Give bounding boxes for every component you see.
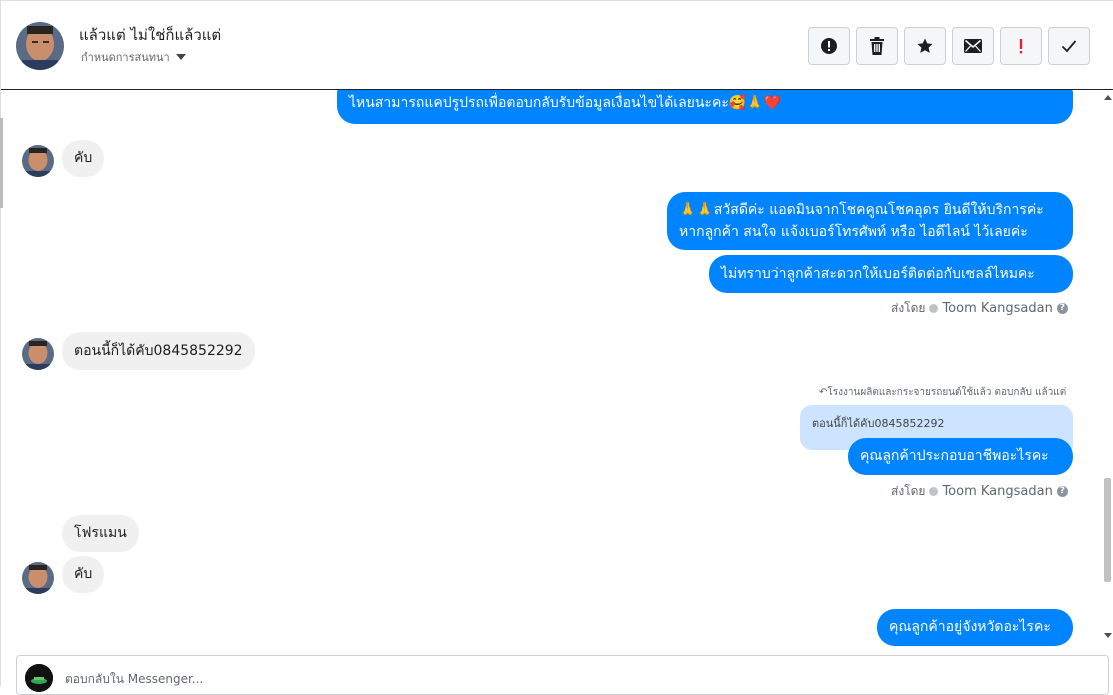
delete-button[interactable] (856, 27, 898, 65)
check-icon (1061, 40, 1077, 53)
star-button[interactable] (904, 27, 946, 65)
message-text: ตอนนี้ก็ได้คับ0845852292 (74, 343, 243, 359)
exclamation-red-icon (1019, 39, 1023, 54)
message-text: ไม่ทราบว่าลูกค้าสะดวกให้เบอร์ติดต่อกับเซ… (721, 266, 1035, 282)
avatar[interactable] (16, 22, 64, 70)
message-bubble-incoming[interactable]: ตอนนี้ก็ได้คับ0845852292 (62, 332, 255, 370)
scrollbar-thumb[interactable] (1104, 478, 1111, 582)
avatar[interactable] (22, 145, 54, 177)
follow-up-button[interactable] (1000, 27, 1042, 65)
reply-composer[interactable]: ตอบกลับใน Messenger... (16, 655, 1109, 695)
message-text: โฟรแมน (74, 525, 127, 541)
mark-unread-button[interactable] (952, 27, 994, 65)
message-bubble-incoming[interactable]: คับ (62, 140, 105, 177)
reply-context: ↶โรงงานผลิตและกระจายรถยนต์ใช้แล้ว ตอบกลั… (819, 387, 1067, 398)
message-text: คุณลูกค้าอยู่จังหวัดอะไรคะ (889, 619, 1051, 635)
message-text: ไหนสามารถแคปรูปรถเพื่อตอบกลับรับข้อมูลเง… (349, 95, 782, 111)
contact-name: แล้วแต่ ไม่ใช่ก็แล้วแต่ (79, 26, 222, 44)
mark-spam-button[interactable] (808, 27, 850, 65)
assign-label: กำหนดการสนทนา (81, 51, 170, 64)
trash-icon (870, 37, 884, 55)
avatar[interactable] (22, 562, 54, 594)
message-list: ไหนสามารถแคปรูปรถเพื่อตอบกลับรับข้อมูลเง… (1, 90, 1101, 648)
help-icon[interactable]: ? (1056, 486, 1068, 497)
sent-by-label: ส่งโดย (891, 301, 926, 315)
message-text-line: หากลูกค้า สนใจ แจ้งเบอร์โทรศัพท์ หรือ ไอ… (679, 224, 1028, 240)
envelope-icon (964, 39, 982, 53)
reply-input[interactable]: ตอบกลับใน Messenger... (65, 670, 203, 689)
message-text: คับ (74, 566, 93, 582)
avatar[interactable] (22, 338, 54, 370)
message-bubble-incoming[interactable]: คับ (62, 556, 105, 593)
message-bubble-outgoing[interactable]: คุณลูกค้าประกอบอาชีพอะไรคะ (848, 438, 1073, 475)
message-text-line: 🙏🙏สวัสดีค่ะ แอดมินจากโชคคูณโชคอุดร ยินดี… (679, 202, 1044, 218)
scroll-down-arrow-icon[interactable] (1104, 633, 1112, 638)
quoted-text: ตอนนี้ก็ได้คับ0845852292 (812, 417, 945, 430)
sent-check-icon (929, 487, 939, 496)
message-text: คุณลูกค้าประกอบอาชีพอะไรคะ (860, 448, 1049, 464)
message-text: คับ (74, 150, 93, 166)
scroll-up-arrow-icon[interactable] (1104, 95, 1112, 100)
caret-down-icon (175, 54, 186, 60)
message-list-scrollbar[interactable] (1103, 90, 1113, 643)
sent-by-info: ส่งโดย Toom Kangsadan ? (891, 299, 1068, 318)
mark-done-button[interactable] (1048, 27, 1090, 65)
sender-name[interactable]: Toom Kangsadan (942, 301, 1052, 316)
exclamation-circle-icon (821, 38, 837, 54)
message-bubble-incoming[interactable]: โฟรแมน (62, 515, 139, 552)
sender-name[interactable]: Toom Kangsadan (942, 484, 1052, 499)
message-bubble-outgoing[interactable]: ไม่ทราบว่าลูกค้าสะดวกให้เบอร์ติดต่อกับเซ… (709, 255, 1073, 293)
message-bubble-outgoing[interactable]: 🙏🙏สวัสดีค่ะ แอดมินจากโชคคูณโชคอุดร ยินดี… (667, 192, 1073, 250)
star-icon (917, 38, 933, 53)
message-bubble-outgoing[interactable]: คุณลูกค้าอยู่จังหวัดอะไรคะ (877, 609, 1073, 646)
help-icon[interactable]: ? (1056, 303, 1068, 314)
assign-conversation-dropdown[interactable]: กำหนดการสนทนา (81, 48, 186, 66)
header-actions (808, 27, 1090, 65)
sent-by-label: ส่งโดย (891, 484, 926, 498)
sent-by-info: ส่งโดย Toom Kangsadan ? (891, 482, 1068, 501)
conversation-header: แล้วแต่ ไม่ใช่ก็แล้วแต่ กำหนดการสนทนา (1, 0, 1113, 90)
message-bubble-outgoing[interactable]: ไหนสามารถแคปรูปรถเพื่อตอบกลับรับข้อมูลเง… (337, 90, 1073, 124)
sent-check-icon (929, 304, 939, 313)
page-avatar (25, 664, 53, 692)
